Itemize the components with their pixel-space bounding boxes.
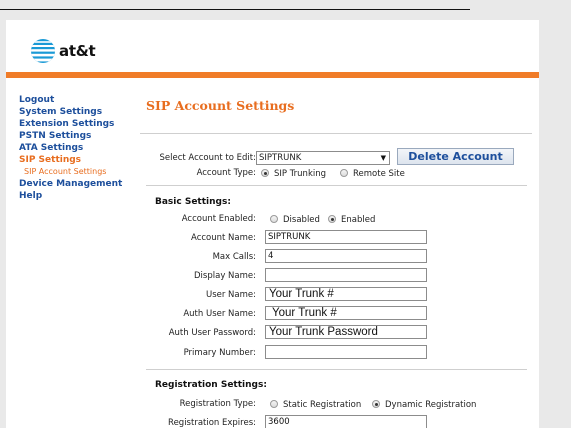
main-content: SIP Account Settings xyxy=(140,98,532,114)
basic-settings-heading: Basic Settings: xyxy=(155,197,231,207)
header-accent-bar xyxy=(6,72,539,78)
account-type-label: Account Type: xyxy=(196,168,256,178)
account-disabled-radio[interactable] xyxy=(270,215,278,223)
sidebar-nav: Logout System Settings Extension Setting… xyxy=(19,94,134,202)
sidebar-item-logout[interactable]: Logout xyxy=(19,94,134,106)
sidebar-item-extension-settings[interactable]: Extension Settings xyxy=(19,118,134,130)
section-divider xyxy=(146,185,527,186)
auth-user-password-label: Auth User Password: xyxy=(168,328,256,338)
sidebar-item-ata-settings[interactable]: ATA Settings xyxy=(19,142,134,154)
account-enabled-option-label: Enabled xyxy=(341,215,376,225)
max-calls-input[interactable]: 4 xyxy=(265,249,427,263)
registration-type-label: Registration Type: xyxy=(179,399,256,409)
user-name-input[interactable]: Your Trunk # xyxy=(265,287,427,301)
display-name-label: Display Name: xyxy=(194,271,256,281)
att-logo: at&t xyxy=(30,36,96,66)
sidebar-item-sip-settings[interactable]: SIP Settings xyxy=(19,154,134,166)
static-registration-option-label: Static Registration xyxy=(283,400,362,410)
sip-trunking-option-label: SIP Trunking xyxy=(274,169,327,179)
page-title: SIP Account Settings xyxy=(146,98,295,113)
registration-settings-heading: Registration Settings: xyxy=(155,380,267,390)
dynamic-registration-radio[interactable] xyxy=(372,400,380,408)
select-account-label: Select Account to Edit: xyxy=(159,153,256,163)
account-enabled-label: Account Enabled: xyxy=(181,214,256,224)
sidebar-item-pstn-settings[interactable]: PSTN Settings xyxy=(19,130,134,142)
remote-site-radio[interactable] xyxy=(340,169,348,177)
registration-expires-label: Registration Expires: xyxy=(168,418,256,428)
auth-user-password-input[interactable]: Your Trunk Password xyxy=(265,325,427,339)
dynamic-registration-option-label: Dynamic Registration xyxy=(385,400,477,410)
auth-user-name-label: Auth User Name: xyxy=(183,309,256,319)
top-divider-line xyxy=(0,9,470,10)
auth-user-name-input[interactable]: Your Trunk # xyxy=(265,306,427,320)
dropdown-arrow-icon: ▼ xyxy=(380,154,386,162)
display-name-input[interactable] xyxy=(265,268,427,282)
registration-expires-input[interactable]: 3600 xyxy=(265,415,427,428)
select-account-value: SIPTRUNK xyxy=(259,153,302,163)
sidebar-subitem-sip-account-settings[interactable]: SIP Account Settings xyxy=(19,166,134,178)
page-panel: at&t Logout System Settings Extension Se… xyxy=(6,20,539,428)
att-globe-icon xyxy=(31,39,55,63)
sidebar-item-help[interactable]: Help xyxy=(19,190,134,202)
section-divider-2 xyxy=(146,369,527,370)
sip-trunking-radio[interactable] xyxy=(261,169,269,177)
delete-account-button[interactable]: Delete Account xyxy=(397,148,514,165)
sidebar-item-device-management[interactable]: Device Management xyxy=(19,178,134,190)
title-divider xyxy=(140,133,532,134)
account-disabled-option-label: Disabled xyxy=(283,215,320,225)
sidebar-item-system-settings[interactable]: System Settings xyxy=(19,106,134,118)
select-account-dropdown[interactable]: SIPTRUNK ▼ xyxy=(256,151,390,165)
user-name-label: User Name: xyxy=(205,290,256,300)
static-registration-radio[interactable] xyxy=(270,400,278,408)
account-name-label: Account Name: xyxy=(191,233,256,243)
account-enabled-radio[interactable] xyxy=(328,215,336,223)
max-calls-label: Max Calls: xyxy=(212,252,256,262)
account-name-input[interactable]: SIPTRUNK xyxy=(265,230,427,244)
att-logo-text: at&t xyxy=(59,42,96,60)
primary-number-label: Primary Number: xyxy=(183,348,256,358)
remote-site-option-label: Remote Site xyxy=(353,169,405,179)
primary-number-input[interactable] xyxy=(265,345,427,359)
